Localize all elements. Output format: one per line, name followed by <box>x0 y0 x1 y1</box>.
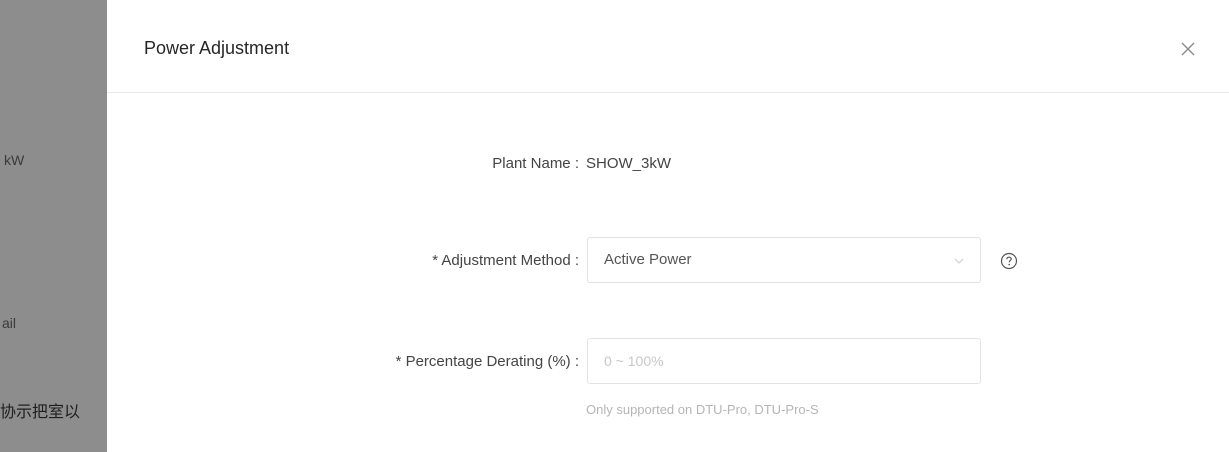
close-icon <box>1181 42 1195 56</box>
power-adjustment-modal: Power Adjustment Plant Name : SHOW_3kW *… <box>107 0 1229 452</box>
background-text: kW <box>4 152 25 168</box>
adjustment-method-row: * Adjustment Method : Active Power <box>107 237 1229 285</box>
background-text: 协示把室以 <box>0 404 81 421</box>
adjustment-method-label: * Adjustment Method : <box>432 252 579 269</box>
percentage-derating-label: * Percentage Derating (%) : <box>395 353 579 370</box>
plant-name-row: Plant Name : SHOW_3kW <box>107 153 1229 177</box>
adjustment-method-value: Active Power <box>604 251 692 268</box>
plant-name-label: Plant Name : <box>492 155 579 172</box>
chevron-down-icon <box>954 258 964 264</box>
modal-title: Power Adjustment <box>144 38 290 58</box>
close-button[interactable] <box>1175 36 1201 62</box>
percentage-derating-row: * Percentage Derating (%) : <box>107 338 1229 386</box>
percentage-derating-input[interactable] <box>587 338 981 384</box>
question-circle-icon[interactable] <box>1000 252 1018 270</box>
modal-header: Power Adjustment <box>107 0 1229 93</box>
background-page-overlay: kW ail 协示把室以 <box>0 0 107 452</box>
adjustment-method-select[interactable]: Active Power <box>587 237 981 283</box>
plant-name-value: SHOW_3kW <box>586 155 672 172</box>
percentage-derating-hint: Only supported on DTU-Pro, DTU-Pro-S <box>586 402 819 417</box>
background-text: ail <box>2 315 17 331</box>
